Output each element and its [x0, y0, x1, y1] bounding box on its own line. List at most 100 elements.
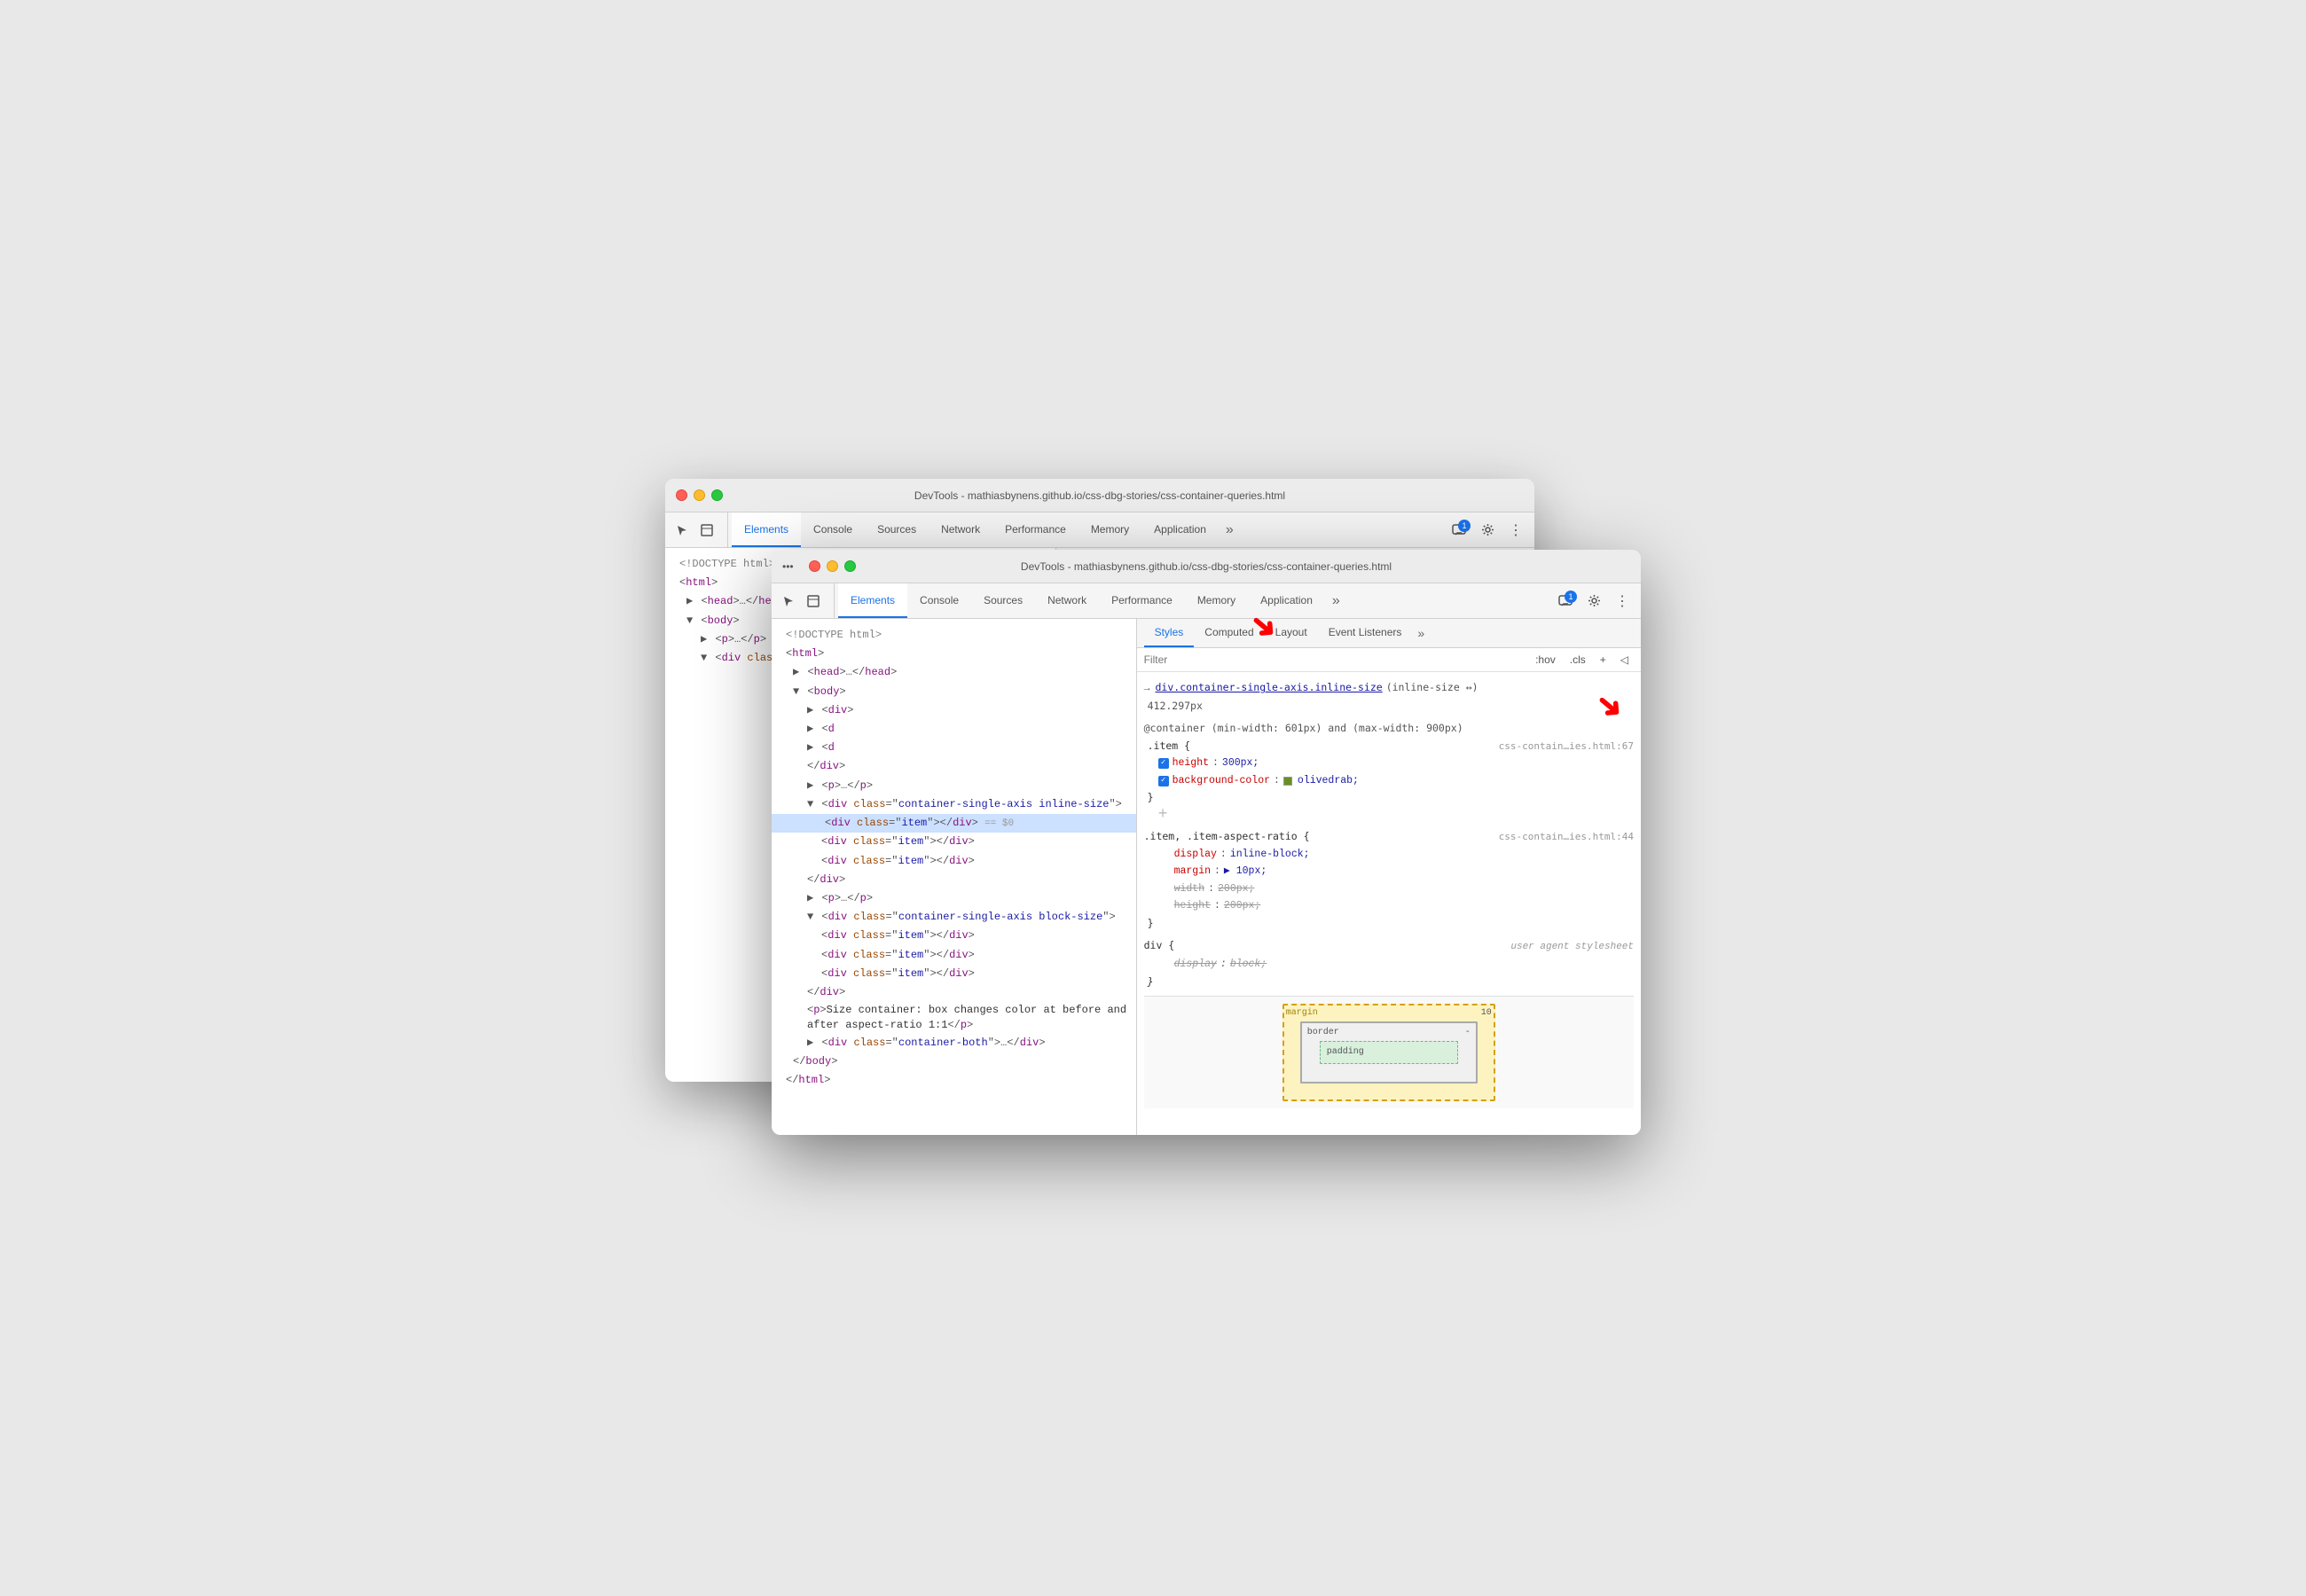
tab-memory-fg[interactable]: Memory [1185, 583, 1248, 618]
cls-button-fg[interactable]: .cls [1565, 652, 1591, 668]
html-line-container-inline[interactable]: ▼ <div class="container-single-axis inli… [772, 795, 1136, 814]
menu-button-fg[interactable]: ⋮ [1611, 590, 1634, 613]
prop-width-3: width : 200px; [1144, 880, 1634, 898]
item-selector-fg-3: .item, .item-aspect-ratio { [1144, 828, 1310, 846]
styles-tab-more-fg[interactable]: » [1412, 619, 1430, 647]
closing-brace-4: } [1144, 974, 1634, 991]
html-line-p2[interactable]: ▶ <p>…</p> [772, 889, 1136, 908]
tab-sources-bg[interactable]: Sources [865, 512, 929, 547]
html-line-close-html[interactable]: </html> [772, 1071, 1136, 1090]
colon-3d: : [1214, 897, 1220, 915]
inspector-tool-bg[interactable] [697, 520, 717, 540]
html-line-p1[interactable]: ▶ <p>…</p> [772, 777, 1136, 795]
window-title-fg: DevTools - mathiasbynens.github.io/css-d… [1021, 560, 1392, 573]
html-line-body[interactable]: ▼ <body> [772, 683, 1136, 701]
prop-value-margin-3: ▶ 10px; [1224, 863, 1267, 880]
tab-console-bg[interactable]: Console [801, 512, 865, 547]
html-line-item6[interactable]: <div class="item"></div> [772, 965, 1136, 983]
close-button-bg[interactable] [676, 489, 687, 501]
styles-content-fg: → div.container-single-axis.inline-size … [1137, 672, 1641, 1135]
feedback-badge-bg: 1 [1458, 520, 1471, 532]
tab-application-bg[interactable]: Application [1141, 512, 1219, 547]
dots-icon-fg[interactable]: ••• [782, 560, 794, 573]
rule-fg-4: div { user agent stylesheet display : bl… [1144, 937, 1634, 990]
menu-button-bg[interactable]: ⋮ [1504, 519, 1527, 542]
html-line-close-inline[interactable]: </div> [772, 871, 1136, 889]
tab-performance-bg[interactable]: Performance [992, 512, 1078, 547]
prop-name-margin-3: margin [1174, 863, 1211, 880]
box-model-diagram: margin 10 border - padding [1282, 1004, 1495, 1101]
source-fg-3: css-contain…ies.html:44 [1499, 829, 1634, 846]
feedback-button-fg[interactable]: 1 [1554, 590, 1577, 613]
html-line-p-size[interactable]: <p>Size container: box changes color at … [772, 1002, 1136, 1034]
feedback-button-bg[interactable]: 1 [1447, 519, 1471, 542]
html-line-d1[interactable]: ▶ <d [772, 720, 1136, 739]
styles-tab-layout-fg[interactable]: Layout [1265, 619, 1318, 647]
colon-3c: : [1208, 880, 1214, 898]
colon-3b: : [1214, 863, 1220, 880]
html-line-d2[interactable]: ▶ <d [772, 739, 1136, 757]
html-line-html[interactable]: <html> [772, 645, 1136, 663]
inspector-tool-fg[interactable] [804, 591, 823, 611]
html-line-item4[interactable]: <div class="item"></div> [772, 927, 1136, 945]
minimize-button-bg[interactable] [694, 489, 705, 501]
styles-tab-styles-fg[interactable]: Styles [1144, 619, 1195, 647]
tab-performance-fg[interactable]: Performance [1099, 583, 1185, 618]
html-line-container-block[interactable]: ▼ <div class="container-single-axis bloc… [772, 908, 1136, 927]
html-panel-fg[interactable]: <!DOCTYPE html> <html> ▶ <head>…</head> … [772, 619, 1137, 1135]
tab-more-fg[interactable]: » [1325, 583, 1347, 618]
cursor-tool-fg[interactable] [779, 591, 798, 611]
rule-1-header: → div.container-single-axis.inline-size … [1144, 679, 1634, 698]
close-button-fg[interactable] [809, 560, 820, 572]
styles-tab-events-fg[interactable]: Event Listeners [1318, 619, 1413, 647]
maximize-button-bg[interactable] [711, 489, 723, 501]
tab-elements-bg[interactable]: Elements [732, 512, 801, 547]
colon-bgcolor: : [1274, 772, 1280, 790]
cursor-tool-bg[interactable] [672, 520, 692, 540]
tab-network-bg[interactable]: Network [929, 512, 992, 547]
html-line-container-both[interactable]: ▶ <div class="container-both">…</div> [772, 1034, 1136, 1052]
html-line-doctype[interactable]: <!DOCTYPE html> [772, 626, 1136, 645]
minimize-button-fg[interactable] [827, 560, 838, 572]
tab-tools-fg [779, 583, 835, 618]
html-line-head[interactable]: ▶ <head>…</head> [772, 663, 1136, 682]
html-line-item-selected[interactable]: <div class="item"></div> == $0 [772, 814, 1136, 833]
add-rule-button-fg[interactable]: + [1595, 652, 1612, 668]
titlebar-fg: ••• DevTools - mathiasbynens.github.io/c… [772, 550, 1641, 583]
height-checkbox[interactable]: ✓ [1158, 758, 1169, 769]
tabbar-bg: Elements Console Sources Network Perform… [665, 512, 1534, 548]
feedback-badge-fg: 1 [1565, 591, 1577, 603]
maximize-button-fg[interactable] [844, 560, 856, 572]
window-wrapper: DevTools - mathiasbynens.github.io/css-d… [665, 479, 1641, 1117]
div-selector-fg: div { [1144, 937, 1175, 955]
html-line-close-div1[interactable]: </div> [772, 757, 1136, 776]
html-line-item3[interactable]: <div class="item"></div> [772, 852, 1136, 871]
tab-network-fg[interactable]: Network [1035, 583, 1099, 618]
filter-input-fg[interactable] [1144, 653, 1523, 666]
margin-label: margin [1286, 1005, 1318, 1021]
html-line-item5[interactable]: <div class="item"></div> [772, 946, 1136, 965]
tab-application-fg[interactable]: Application [1248, 583, 1325, 618]
tab-more-bg[interactable]: » [1219, 512, 1241, 547]
tab-console-fg[interactable]: Console [907, 583, 971, 618]
window-title-bg: DevTools - mathiasbynens.github.io/css-d… [914, 489, 1285, 502]
inspect-button-fg[interactable]: ◁ [1615, 652, 1634, 668]
tab-sources-fg[interactable]: Sources [971, 583, 1035, 618]
tab-memory-bg[interactable]: Memory [1078, 512, 1141, 547]
prop-name-bgcolor: background-color [1173, 772, 1270, 790]
add-prop-btn-2[interactable]: + [1144, 807, 1634, 823]
html-line-close-body[interactable]: </body> [772, 1052, 1136, 1071]
html-line-div1[interactable]: ▶ <div> [772, 701, 1136, 720]
selector-link-fg-1[interactable]: div.container-single-axis.inline-size [1156, 679, 1383, 697]
html-line-item2[interactable]: <div class="item"></div> [772, 833, 1136, 851]
html-line-close-block[interactable]: </div> [772, 983, 1136, 1002]
tab-elements-fg[interactable]: Elements [838, 583, 907, 618]
titlebar-bg: DevTools - mathiasbynens.github.io/css-d… [665, 479, 1534, 512]
arrow-icon-fg: → [1144, 680, 1150, 698]
hov-button-fg[interactable]: :hov [1530, 652, 1561, 668]
bgcolor-checkbox[interactable]: ✓ [1158, 776, 1169, 786]
margin-value: 10 [1481, 1005, 1492, 1021]
settings-button-fg[interactable] [1582, 590, 1605, 613]
settings-button-bg[interactable] [1476, 519, 1499, 542]
styles-tab-computed-fg[interactable]: Computed [1194, 619, 1264, 647]
